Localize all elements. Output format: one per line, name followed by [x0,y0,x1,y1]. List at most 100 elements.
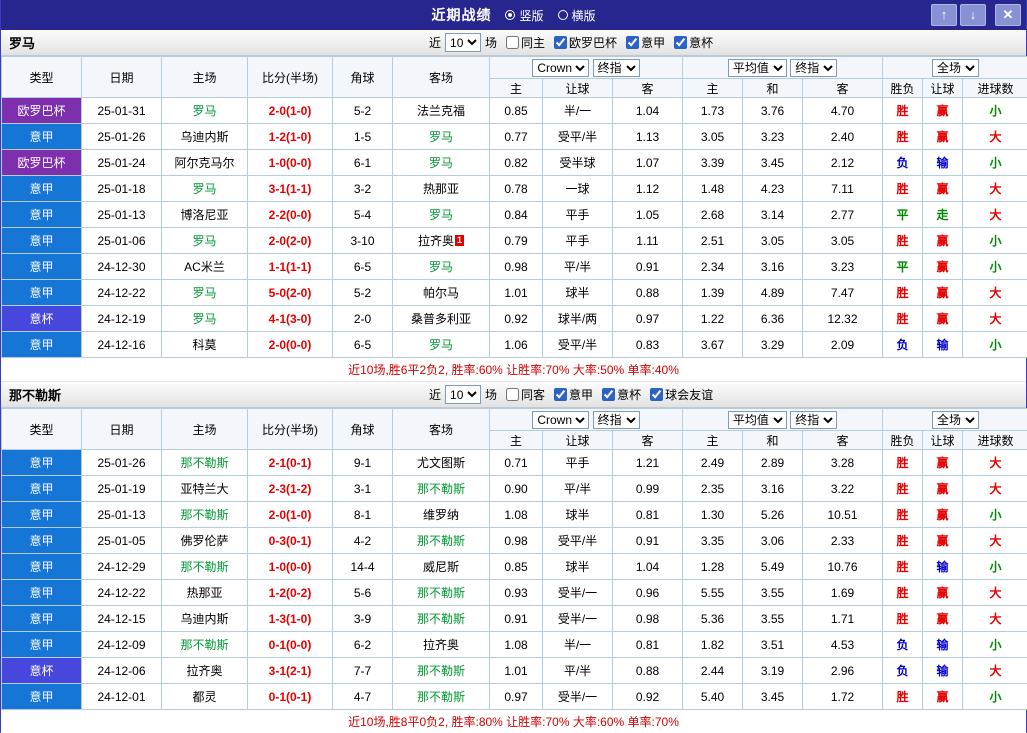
odds-handicap: 半/一 [543,98,613,124]
result-goals: 大 [963,306,1027,332]
filter-friendly-checkbox[interactable] [650,388,663,401]
radio-unselected-icon [558,10,568,20]
avg-draw-odds: 3.76 [743,98,803,124]
odds-away: 1.12 [613,176,683,202]
result-handicap: 赢 [923,528,963,554]
odds-home: 0.78 [490,176,543,202]
match-date: 24-12-09 [82,632,162,658]
avg-home-odds: 5.40 [683,684,743,710]
match-count-select[interactable]: 10 [445,385,481,404]
avg-stage-select[interactable]: 终指 [790,59,837,77]
away-team: 维罗纳 [393,502,490,528]
match-row: 意甲24-12-15乌迪内斯1-3(1-0)3-9那不勒斯0.91受半/一0.9… [2,606,1027,632]
odds-home: 0.93 [490,580,543,606]
match-row: 意甲25-01-13那不勒斯2-0(1-0)8-1维罗纳1.08球半0.811.… [2,502,1027,528]
filter-seriea[interactable]: 意甲 [626,34,665,51]
avg-home-odds: 3.05 [683,124,743,150]
away-team: 尤文图斯 [393,450,490,476]
layout-radio-horizontal[interactable]: 横版 [558,7,596,24]
match-count-select[interactable]: 10 [445,33,481,52]
avg-home-odds: 1.22 [683,306,743,332]
scroll-up-button[interactable]: ↑ [931,4,957,26]
odds-handicap: 平/半 [543,476,613,502]
layout-radio-vertical[interactable]: 竖版 [505,7,543,24]
filter-same-home-checkbox[interactable] [506,36,519,49]
corner-count: 5-2 [333,98,393,124]
filter-seriea-checkbox[interactable] [554,388,567,401]
average-select[interactable]: 平均值 [728,411,787,429]
avg-away-odds: 2.40 [803,124,883,150]
avg-draw-odds: 2.89 [743,450,803,476]
filter-coppa[interactable]: 意杯 [602,386,641,403]
result-handicap: 赢 [923,254,963,280]
team-section-roma: 罗马 近 10 场 同主 欧罗巴杯 意甲 意 [1,30,1026,382]
avg-draw-odds: 3.55 [743,606,803,632]
odds-stage-select[interactable]: 终指 [593,411,640,429]
result-outcome: 负 [883,150,923,176]
corner-count: 3-2 [333,176,393,202]
result-goals: 大 [963,450,1027,476]
result-outcome: 胜 [883,606,923,632]
match-score: 1-2(1-0) [248,124,333,150]
match-type: 欧罗巴杯 [2,150,82,176]
filter-coppa-checkbox[interactable] [674,36,687,49]
filter-seriea-checkbox[interactable] [626,36,639,49]
odds-home: 1.01 [490,280,543,306]
avg-stage-select[interactable]: 终指 [790,411,837,429]
result-handicap: 赢 [923,476,963,502]
avg-away-odds: 1.72 [803,684,883,710]
home-team: 罗马 [162,306,248,332]
team-band: 罗马 近 10 场 同主 欧罗巴杯 意甲 意 [1,30,1026,56]
corner-count: 3-1 [333,476,393,502]
filter-coppa[interactable]: 意杯 [674,34,713,51]
filter-same-away[interactable]: 同客 [506,386,545,403]
filter-coppa-checkbox[interactable] [602,388,615,401]
match-type: 意甲 [2,476,82,502]
bookmaker-select[interactable]: Crown [532,59,589,77]
away-team: 罗马 [393,332,490,358]
match-type: 意甲 [2,332,82,358]
avg-home-odds: 2.34 [683,254,743,280]
odds-away: 0.88 [613,280,683,306]
match-row: 意甲24-12-30AC米兰1-1(1-1)6-5罗马0.98平/半0.912.… [2,254,1027,280]
match-type: 意甲 [2,450,82,476]
filter-europa[interactable]: 欧罗巴杯 [554,34,617,51]
result-outcome: 负 [883,658,923,684]
odds-stage-select[interactable]: 终指 [593,59,640,77]
match-date: 24-12-19 [82,306,162,332]
scroll-down-button[interactable]: ↓ [960,4,986,26]
average-select[interactable]: 平均值 [728,59,787,77]
match-date: 25-01-19 [82,476,162,502]
match-type: 意杯 [2,658,82,684]
home-team: 乌迪内斯 [162,606,248,632]
filter-same-away-checkbox[interactable] [506,388,519,401]
result-goals: 小 [963,554,1027,580]
result-handicap: 赢 [923,228,963,254]
bookmaker-select[interactable]: Crown [532,411,589,429]
match-date: 25-01-13 [82,202,162,228]
match-table-body: 意甲25-01-26那不勒斯2-1(0-1)9-1尤文图斯0.71平手1.212… [2,450,1027,710]
result-goals: 小 [963,684,1027,710]
odds-handicap: 受半/一 [543,684,613,710]
radio-selected-icon [505,10,515,20]
match-type: 意甲 [2,606,82,632]
avg-home-odds: 2.44 [683,658,743,684]
odds-home: 0.92 [490,306,543,332]
match-type: 意甲 [2,176,82,202]
col-result-outcome: 胜负 [883,431,923,450]
close-button[interactable]: ✕ [995,4,1021,26]
scope-select[interactable]: 全场 [932,411,979,429]
filter-friendly[interactable]: 球会友谊 [650,386,713,403]
filter-same-home[interactable]: 同主 [506,34,545,51]
match-type: 意甲 [2,280,82,306]
match-date: 24-12-01 [82,684,162,710]
filter-europa-checkbox[interactable] [554,36,567,49]
result-outcome: 胜 [883,502,923,528]
col-odds-handicap: 让球 [543,431,613,450]
scope-select[interactable]: 全场 [932,59,979,77]
col-score: 比分(半场) [248,409,333,450]
odds-handicap: 受半球 [543,150,613,176]
filter-seriea[interactable]: 意甲 [554,386,593,403]
red-card-badge: 1 [455,235,464,246]
avg-home-odds: 1.28 [683,554,743,580]
